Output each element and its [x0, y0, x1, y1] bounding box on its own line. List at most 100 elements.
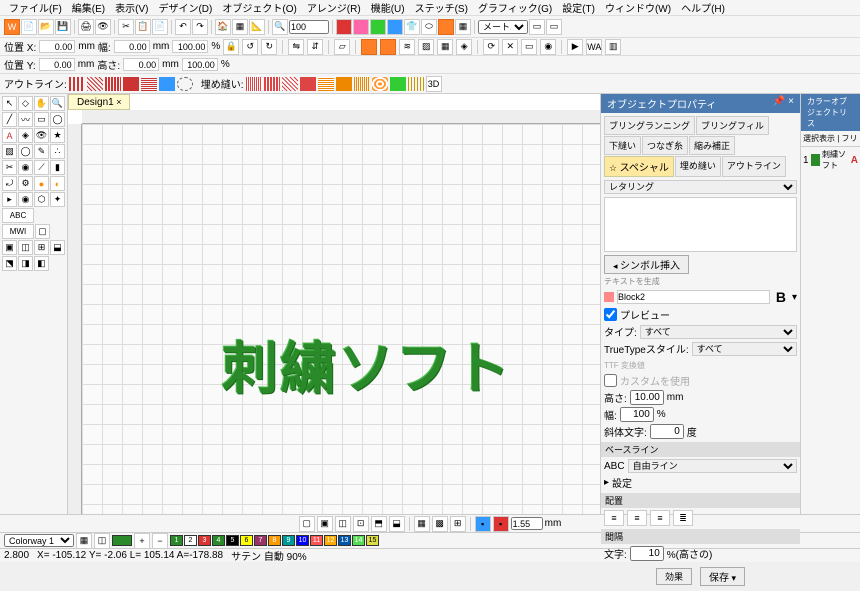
- remove-color-icon[interactable]: −: [152, 533, 168, 549]
- tool-d[interactable]: ▭: [546, 19, 562, 35]
- extra-7[interactable]: ◫: [18, 240, 33, 255]
- bt-2[interactable]: ▣: [317, 516, 333, 532]
- ellipse-tool[interactable]: ◯: [50, 112, 65, 127]
- stitch-tool-2[interactable]: [380, 39, 396, 55]
- extra-1[interactable]: ▸: [2, 192, 17, 207]
- line-tool[interactable]: ╱: [2, 112, 17, 127]
- stitch-tool-6[interactable]: ◈: [456, 39, 472, 55]
- align-left-button[interactable]: ≡: [604, 510, 624, 526]
- menu-settings[interactable]: 設定(T): [557, 0, 600, 15]
- flip-h-icon[interactable]: ⇋: [288, 39, 304, 55]
- palette-color-10[interactable]: 10: [296, 535, 309, 546]
- fill-stitch-6[interactable]: [336, 77, 352, 91]
- tool-mwi[interactable]: MWI: [2, 224, 34, 239]
- outline-stitch-7[interactable]: [177, 77, 193, 91]
- tool-y[interactable]: ▭: [521, 39, 537, 55]
- color-tool-1[interactable]: [336, 19, 352, 35]
- turn-tool[interactable]: ⤾: [2, 176, 17, 191]
- extra-6[interactable]: ▣: [2, 240, 17, 255]
- color-tool-2[interactable]: [353, 19, 369, 35]
- play-icon[interactable]: ▶: [567, 39, 583, 55]
- palette-color-1[interactable]: 1: [170, 535, 183, 546]
- save-button[interactable]: 💾: [55, 19, 71, 35]
- pos-y-input[interactable]: [39, 58, 75, 71]
- palette-color-5[interactable]: 5: [226, 535, 239, 546]
- slant-input[interactable]: [650, 424, 684, 439]
- shirt-icon[interactable]: 👕: [404, 19, 420, 35]
- extra-8[interactable]: ⊞: [34, 240, 49, 255]
- outline-stitch-2[interactable]: [87, 77, 103, 91]
- lettering-type-select[interactable]: レタリング: [604, 180, 797, 194]
- skew-icon[interactable]: ▱: [334, 39, 350, 55]
- auto-tool[interactable]: ⚙: [18, 176, 33, 191]
- stitch-tool-1[interactable]: [361, 39, 377, 55]
- column-tool[interactable]: ▮: [50, 160, 65, 175]
- tab-fill[interactable]: 埋め縫い: [675, 156, 721, 177]
- save-button-2[interactable]: 保存 ▾: [700, 567, 745, 586]
- outline-stitch-1[interactable]: [69, 77, 85, 91]
- extra-9[interactable]: ⬓: [50, 240, 65, 255]
- zoom-tool[interactable]: 🔍: [50, 96, 65, 111]
- panel-pin-icon[interactable]: 📌 ×: [773, 96, 794, 111]
- menu-design[interactable]: デザイン(D): [153, 0, 217, 15]
- tool-b[interactable]: ▦: [455, 19, 471, 35]
- text-tool[interactable]: A: [2, 128, 17, 143]
- pos-x-input[interactable]: [39, 40, 75, 53]
- palette-tool-2[interactable]: ◫: [94, 533, 110, 549]
- palette-color-2[interactable]: 2: [184, 535, 197, 546]
- tab-bling-run[interactable]: ブリングランニング: [604, 116, 695, 135]
- letter-height-input[interactable]: [630, 390, 664, 405]
- 3d-button[interactable]: 3D: [426, 76, 442, 92]
- open-button[interactable]: 📂: [38, 19, 54, 35]
- bezier-tool[interactable]: ⟋: [34, 160, 49, 175]
- pan-tool[interactable]: ✋: [34, 96, 49, 111]
- rect-tool[interactable]: ▭: [34, 112, 49, 127]
- bt-5[interactable]: ⬒: [371, 516, 387, 532]
- tab-bling-fill[interactable]: ブリングフィル: [696, 116, 769, 135]
- bt-8[interactable]: ▩: [432, 516, 448, 532]
- tab-pullcomp[interactable]: 縮み補正: [689, 136, 735, 155]
- char-spacing-input[interactable]: [630, 546, 664, 561]
- tool-x[interactable]: ✕: [502, 39, 518, 55]
- apply-button[interactable]: 効果: [656, 568, 692, 585]
- menu-view[interactable]: 表示(V): [110, 0, 153, 15]
- height-input[interactable]: [123, 58, 159, 71]
- colorway-select[interactable]: Colorway 1: [4, 534, 74, 547]
- palette-color-7[interactable]: 7: [254, 535, 267, 546]
- font-dropdown-icon[interactable]: ▾: [792, 292, 797, 303]
- text-preview[interactable]: [604, 197, 797, 252]
- baseline-select[interactable]: 自由ライン: [628, 459, 797, 473]
- app-icon[interactable]: W: [4, 19, 20, 35]
- menu-arrange[interactable]: アレンジ(R): [302, 0, 366, 15]
- color-object-item[interactable]: 1 刺繍ソフト A: [801, 147, 860, 173]
- extra-10[interactable]: ⬔: [2, 256, 17, 271]
- bead-tool[interactable]: ◐: [50, 176, 65, 191]
- stitch-tool-3[interactable]: ≋: [399, 39, 415, 55]
- type-select[interactable]: すべて: [640, 325, 797, 339]
- fill-stitch-1[interactable]: [246, 77, 262, 91]
- palette-color-12[interactable]: 12: [324, 535, 337, 546]
- spray-tool[interactable]: ∴: [50, 144, 65, 159]
- stitch-tool-4[interactable]: ▨: [418, 39, 434, 55]
- hoop-button[interactable]: ⬭: [421, 19, 437, 35]
- bt-10[interactable]: ▪: [475, 516, 491, 532]
- sequin-tool[interactable]: ●: [34, 176, 49, 191]
- fill-tool[interactable]: ▨: [2, 144, 17, 159]
- outline-stitch-4[interactable]: [123, 77, 139, 91]
- outline-tool[interactable]: ◯: [18, 144, 33, 159]
- bt-6[interactable]: ⬓: [389, 516, 405, 532]
- outline-stitch-6[interactable]: [159, 77, 175, 91]
- tool-abc[interactable]: ABC: [2, 208, 34, 223]
- spacing-input[interactable]: [511, 517, 543, 530]
- menu-edit[interactable]: 編集(E): [67, 0, 110, 15]
- undo-button[interactable]: ↶: [175, 19, 191, 35]
- custom-checkbox[interactable]: [604, 374, 617, 387]
- palette-color-8[interactable]: 8: [268, 535, 281, 546]
- align-justify-button[interactable]: ≣: [673, 510, 693, 526]
- menu-help[interactable]: ヘルプ(H): [676, 0, 730, 15]
- palette-color-4[interactable]: 4: [212, 535, 225, 546]
- select-tool[interactable]: ↖: [2, 96, 17, 111]
- symbol-insert-button[interactable]: ◂ シンボル挿入: [604, 255, 689, 274]
- color-tool-4[interactable]: [387, 19, 403, 35]
- menu-file[interactable]: ファイル(F): [4, 0, 67, 15]
